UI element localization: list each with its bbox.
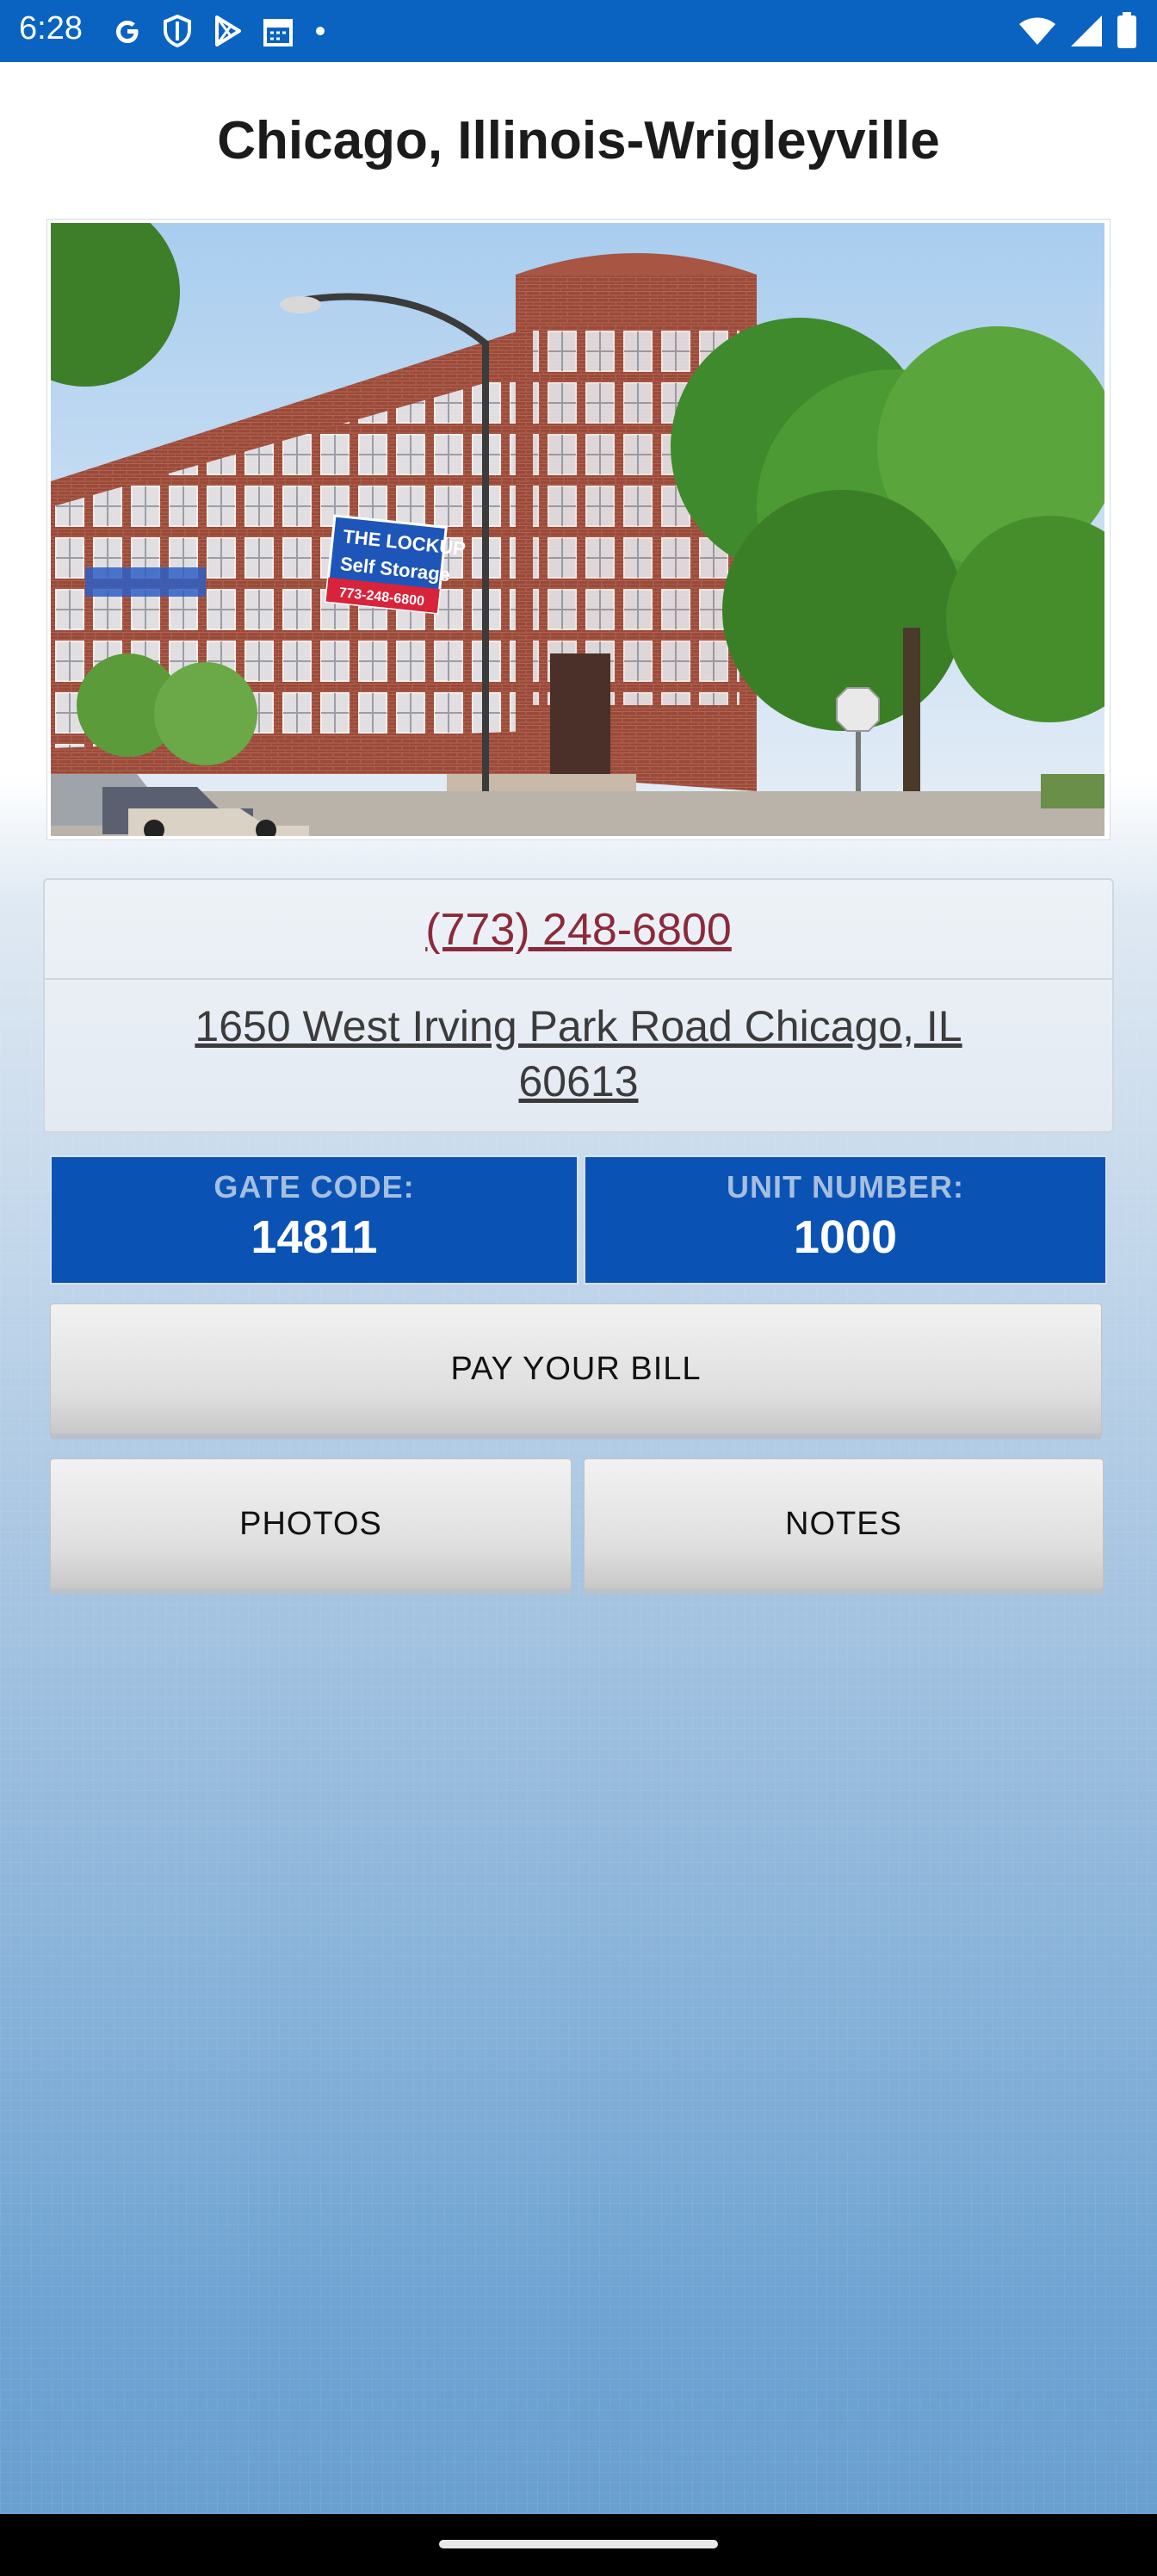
unit-number-tile: UNIT NUMBER: 1000 bbox=[584, 1155, 1107, 1285]
shield-icon bbox=[162, 14, 193, 48]
status-notification-icons bbox=[110, 12, 329, 50]
signal-icon bbox=[1069, 14, 1104, 48]
wifi-icon bbox=[1018, 14, 1057, 48]
facility-photo-illustration: THE LOCKUP Self Storage 773-248-6800 bbox=[51, 223, 1104, 836]
status-system-icons bbox=[1018, 12, 1138, 50]
gate-code-label: GATE CODE: bbox=[213, 1169, 415, 1204]
facility-photo: THE LOCKUP Self Storage 773-248-6800 bbox=[51, 223, 1104, 836]
play-store-icon bbox=[210, 14, 244, 48]
phone-row: (773) 248-6800 bbox=[45, 880, 1112, 980]
gate-code-tile: GATE CODE: 14811 bbox=[50, 1155, 578, 1285]
home-gesture-handle[interactable] bbox=[439, 2540, 718, 2548]
gate-code-value: 14811 bbox=[251, 1211, 378, 1263]
unit-number-label: UNIT NUMBER: bbox=[727, 1169, 964, 1204]
status-bar: 6:28 bbox=[0, 0, 1157, 62]
contact-info-box: (773) 248-6800 1650 West Irving Park Roa… bbox=[43, 878, 1114, 1133]
pay-bill-button[interactable]: PAY YOUR BILL bbox=[50, 1303, 1102, 1434]
notes-button[interactable]: NOTES bbox=[584, 1458, 1104, 1589]
google-icon bbox=[110, 14, 145, 48]
address-link[interactable]: 1650 West Irving Park Road Chicago, IL 6… bbox=[148, 999, 1009, 1109]
address-row: 1650 West Irving Park Road Chicago, IL 6… bbox=[45, 980, 1112, 1131]
phone-link[interactable]: (773) 248-6800 bbox=[425, 904, 732, 956]
page-title: Chicago, Illinois-Wrigleyville bbox=[217, 111, 940, 170]
calendar-icon bbox=[262, 14, 294, 48]
photos-button[interactable]: PHOTOS bbox=[50, 1458, 572, 1589]
unit-number-value: 1000 bbox=[793, 1211, 898, 1263]
status-time: 6:28 bbox=[19, 10, 83, 46]
battery-icon bbox=[1116, 12, 1138, 50]
facility-photo-frame: THE LOCKUP Self Storage 773-248-6800 bbox=[46, 219, 1111, 840]
dot-icon bbox=[312, 14, 329, 48]
